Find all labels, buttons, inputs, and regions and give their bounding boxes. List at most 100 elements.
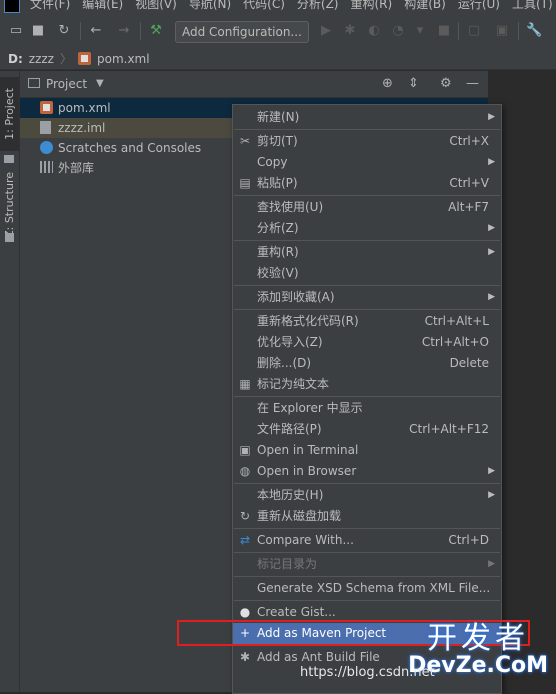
debug-icon[interactable]: ✱ xyxy=(342,23,358,39)
menu-item-add-to-favorites[interactable]: 添加到收藏(A) ▶ xyxy=(233,287,501,308)
toolbar-separator xyxy=(80,22,81,40)
maven-icon xyxy=(77,52,91,65)
menu-separator xyxy=(234,396,500,397)
menu-separator xyxy=(234,552,500,553)
menu-tools[interactable]: 工具(T) xyxy=(512,0,553,12)
vcs-update-icon[interactable]: ▢ xyxy=(466,23,482,39)
gear-icon[interactable]: ⚙ xyxy=(440,76,452,91)
terminal-icon: ▣ xyxy=(239,443,251,457)
external-libraries-icon xyxy=(40,161,53,173)
tab-structure[interactable]: Z: Structure xyxy=(0,167,19,243)
menu-refactor[interactable]: 重构(R) xyxy=(351,0,393,12)
menu-separator xyxy=(234,129,500,130)
toolbar: ▭ ■ ↻ ← → ⚒ Add Configuration... ▶ ✱ ◐ ◔… xyxy=(0,14,556,49)
coverage-icon[interactable]: ◐ xyxy=(366,23,382,39)
submenu-arrow-icon: ▶ xyxy=(488,559,495,569)
left-tool-stripe: 1: Project Z: Structure xyxy=(0,71,20,692)
submenu-arrow-icon: ▶ xyxy=(488,157,495,167)
menu-item-reformat-code[interactable]: 重新格式化代码(R) Ctrl+Alt+L xyxy=(233,311,501,332)
vcs-commit-icon[interactable]: ▣ xyxy=(494,23,510,39)
menu-separator xyxy=(234,576,500,577)
paste-icon: ▤ xyxy=(239,176,251,190)
menu-separator xyxy=(234,528,500,529)
menu-file[interactable]: 文件(F) xyxy=(30,0,70,12)
ant-icon: ✱ xyxy=(239,650,251,664)
breadcrumb-separator-icon: 〉 xyxy=(59,52,72,66)
menu-item-copy[interactable]: Copy ▶ xyxy=(233,152,501,173)
submenu-arrow-icon: ▶ xyxy=(488,490,495,500)
scratches-icon xyxy=(40,141,53,154)
menu-item-new[interactable]: 新建(N) ▶ xyxy=(233,107,501,128)
menu-view[interactable]: 视图(V) xyxy=(135,0,177,12)
breadcrumb-folder[interactable]: zzzz xyxy=(29,52,54,66)
watermark-url: https://blog.csdn.net xyxy=(300,665,435,680)
menu-run[interactable]: 运行(U) xyxy=(458,0,500,12)
build-hammer-icon[interactable]: ⚒ xyxy=(148,23,164,39)
stop-icon[interactable]: ■ xyxy=(436,23,452,39)
menu-build[interactable]: 构建(B) xyxy=(404,0,446,12)
menu-separator xyxy=(234,195,500,196)
breadcrumb-drive[interactable]: D: xyxy=(8,52,23,66)
menu-separator xyxy=(234,600,500,601)
project-panel-header: Project ▼ ⊕ ⇕ ⚙ — xyxy=(20,71,488,98)
save-icon[interactable]: ■ xyxy=(30,23,46,39)
sync-icon[interactable]: ↻ xyxy=(56,23,72,39)
profile-icon[interactable]: ◔ xyxy=(390,23,406,39)
back-arrow-icon[interactable]: ← xyxy=(88,23,104,39)
menu-item-open-in-terminal[interactable]: ▣ Open in Terminal xyxy=(233,440,501,461)
menu-item-analyze[interactable]: 分析(Z) ▶ xyxy=(233,218,501,239)
menu-separator xyxy=(234,309,500,310)
hide-panel-icon[interactable]: — xyxy=(466,76,479,91)
menu-item-delete[interactable]: 删除...(D) Delete xyxy=(233,353,501,374)
menu-edit[interactable]: 编辑(E) xyxy=(82,0,123,12)
menu-item-cut[interactable]: ✂ 剪切(T) Ctrl+X xyxy=(233,131,501,152)
forward-arrow-icon[interactable]: → xyxy=(116,23,132,39)
run-icon[interactable]: ▶ xyxy=(318,23,334,39)
menu-item-paste[interactable]: ▤ 粘贴(P) Ctrl+V xyxy=(233,173,501,194)
menu-separator xyxy=(234,483,500,484)
menu-items: 文件(F) 编辑(E) 视图(V) 导航(N) 代码(C) 分析(Z) 重构(R… xyxy=(30,0,553,12)
more-run-dropdown-icon[interactable]: ▾ xyxy=(412,23,428,39)
tab-project[interactable]: 1: Project xyxy=(0,77,19,151)
menu-item-find-usages[interactable]: 查找使用(U) Alt+F7 xyxy=(233,197,501,218)
menu-item-refactor[interactable]: 重构(R) ▶ xyxy=(233,242,501,263)
intellij-logo-icon xyxy=(4,0,20,13)
menu-item-optimize-imports[interactable]: 优化导入(Z) Ctrl+Alt+O xyxy=(233,332,501,353)
menu-navigate[interactable]: 导航(N) xyxy=(189,0,231,12)
locate-target-icon[interactable]: ⊕ xyxy=(382,76,393,91)
menu-item-validate[interactable]: 校验(V) xyxy=(233,263,501,284)
structure-icon xyxy=(5,233,14,242)
menu-item-file-path[interactable]: 文件路径(P) Ctrl+Alt+F12 xyxy=(233,419,501,440)
menu-item-open-in-browser[interactable]: ◍ Open in Browser ▶ xyxy=(233,461,501,482)
menu-item-reload-from-disk[interactable]: ↻ 重新从磁盘加载 xyxy=(233,506,501,527)
submenu-arrow-icon: ▶ xyxy=(488,223,495,233)
menu-item-show-in-explorer[interactable]: 在 Explorer 中显示 xyxy=(233,398,501,419)
menu-item-mark-plain-text[interactable]: ▦ 标记为纯文本 xyxy=(233,374,501,395)
menu-separator xyxy=(234,285,500,286)
breadcrumb: D: zzzz 〉 pom.xml xyxy=(0,48,556,70)
menu-item-mark-directory-as: 标记目录为 ▶ xyxy=(233,554,501,575)
settings-wrench-icon[interactable]: 🔧 xyxy=(526,23,542,39)
toolbar-separator xyxy=(518,22,519,40)
add-configuration-button[interactable]: Add Configuration... xyxy=(175,21,309,43)
project-panel-title[interactable]: Project xyxy=(46,77,87,91)
collapse-all-icon[interactable]: ⇕ xyxy=(408,76,419,91)
menu-code[interactable]: 代码(C) xyxy=(243,0,285,12)
chevron-down-icon[interactable]: ▼ xyxy=(96,78,104,89)
submenu-arrow-icon: ▶ xyxy=(488,466,495,476)
watermark-brand-cn: 开发者 xyxy=(427,621,530,656)
menu-analyze[interactable]: 分析(Z) xyxy=(297,0,339,12)
plain-text-icon: ▦ xyxy=(239,377,251,391)
menu-item-compare-with[interactable]: ⇄ Compare With... Ctrl+D xyxy=(233,530,501,551)
submenu-arrow-icon: ▶ xyxy=(488,292,495,302)
cut-icon: ✂ xyxy=(239,134,251,148)
project-view-icon xyxy=(28,78,40,88)
menu-item-generate-xsd[interactable]: Generate XSD Schema from XML File... xyxy=(233,578,501,599)
breadcrumb-file[interactable]: pom.xml xyxy=(97,52,150,66)
open-folder-icon[interactable]: ▭ xyxy=(8,23,24,39)
globe-icon: ◍ xyxy=(239,464,251,478)
submenu-arrow-icon: ▶ xyxy=(488,112,495,122)
menu-bar: 文件(F) 编辑(E) 视图(V) 导航(N) 代码(C) 分析(Z) 重构(R… xyxy=(0,0,556,14)
iml-file-icon xyxy=(40,121,51,134)
menu-item-local-history[interactable]: 本地历史(H) ▶ xyxy=(233,485,501,506)
